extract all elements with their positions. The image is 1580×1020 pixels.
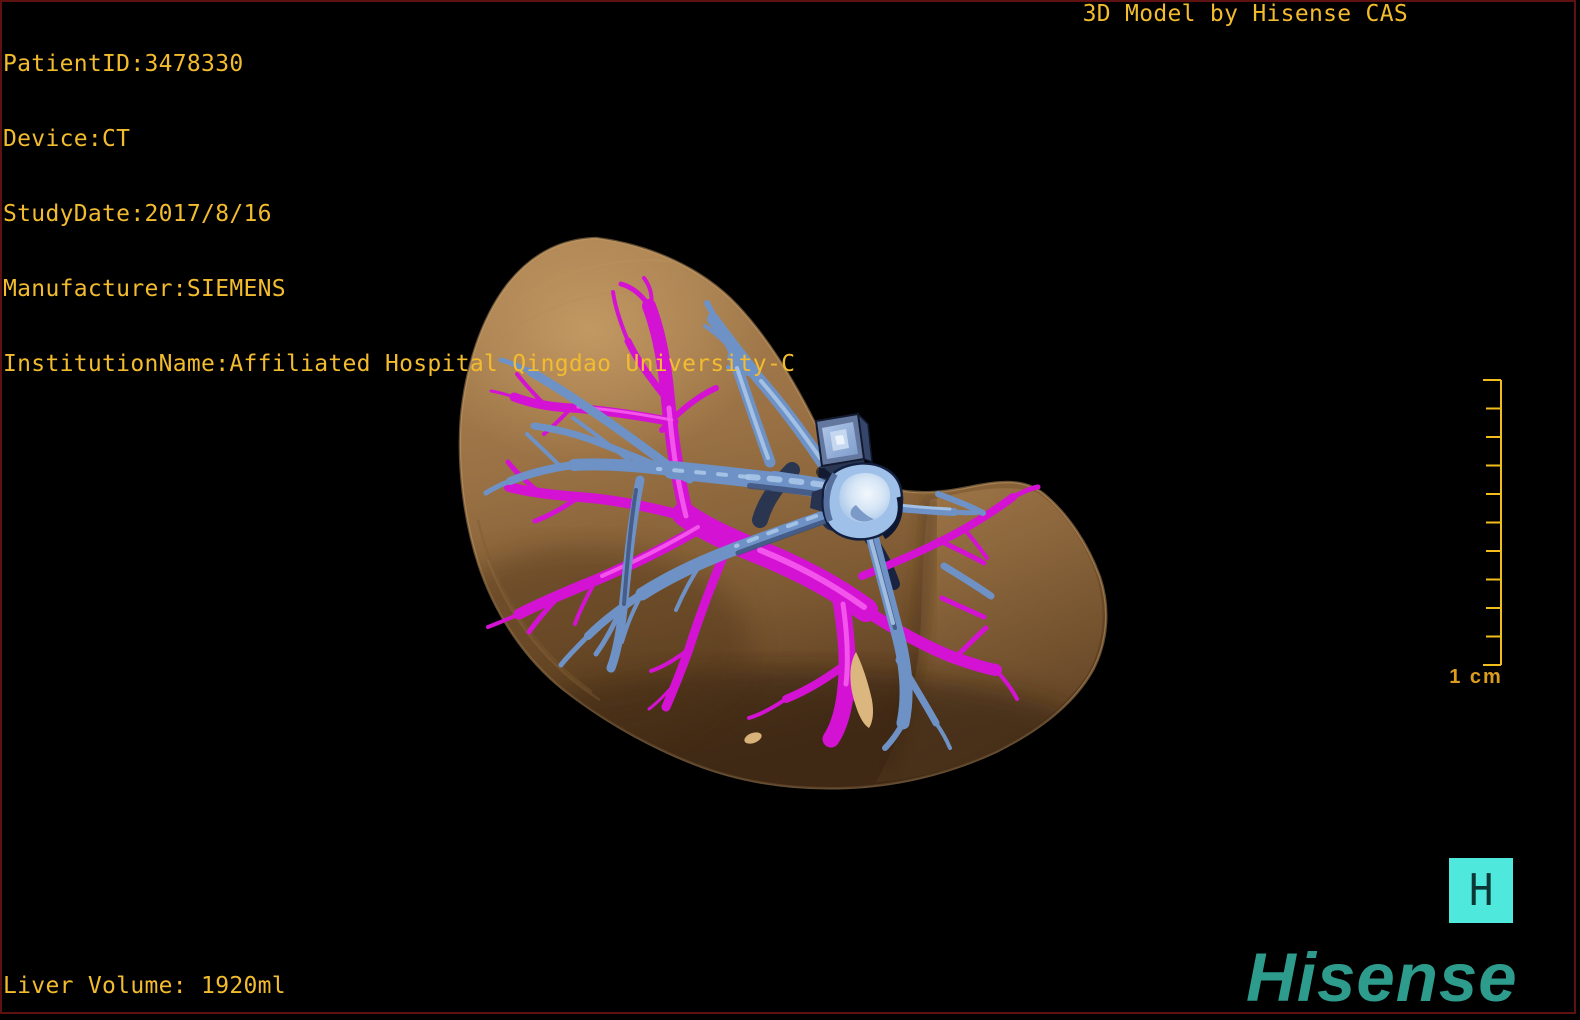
viewer-canvas[interactable]: PatientID:3478330 Device:CT StudyDate:20… [0, 0, 1580, 1020]
institution-text: InstitutionName:Affiliated Hospital Qing… [3, 351, 796, 377]
h-badge-glyph: H [1468, 864, 1494, 916]
scale-ruler-label: 1 cm [1449, 666, 1503, 688]
hisense-logo: Hisense [1246, 939, 1518, 1016]
device-text: Device:CT [3, 126, 131, 152]
study-date-text: StudyDate:2017/8/16 [3, 201, 272, 227]
patient-id-text: PatientID:3478330 [3, 51, 244, 77]
scale-ruler [1483, 379, 1502, 666]
watermark-title: 3D Model by Hisense CAS [1082, 1, 1408, 27]
patient-info-overlay: PatientID:3478330 Device:CT StudyDate:20… [3, 2, 795, 427]
liver-volume-label: Liver Volume: 1920ml [3, 973, 286, 999]
hisense-h-badge-icon: H [1449, 858, 1513, 923]
manufacturer-text: Manufacturer:SIEMENS [3, 276, 286, 302]
